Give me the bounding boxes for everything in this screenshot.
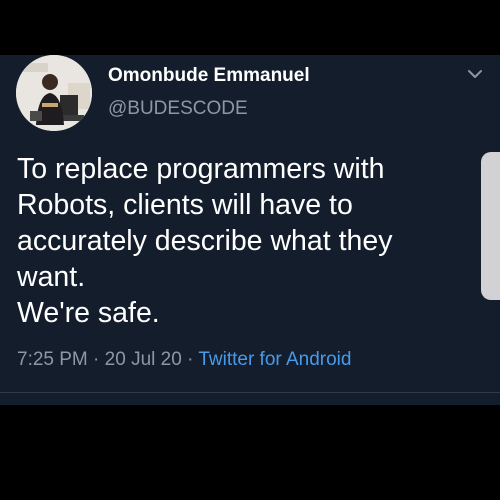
tweet-card: Omonbude Emmanuel @BUDESCODE To replace … xyxy=(0,55,500,405)
divider xyxy=(0,392,500,393)
tweet-text: To replace programmers with Robots, clie… xyxy=(17,153,393,329)
meta-separator: · xyxy=(93,349,100,370)
tweet-time: 7:25 PM xyxy=(17,349,88,370)
screenshot-canvas: Omonbude Emmanuel @BUDESCODE To replace … xyxy=(0,0,500,500)
side-scroll-handle[interactable] xyxy=(481,152,500,300)
tweet-source-link[interactable]: Twitter for Android xyxy=(198,349,351,370)
display-name[interactable]: Omonbude Emmanuel xyxy=(108,65,310,87)
chevron-down-icon[interactable] xyxy=(466,67,484,81)
user-handle[interactable]: @BUDESCODE xyxy=(108,98,248,120)
profile-photo xyxy=(16,55,92,131)
tweet-date: 20 Jul 20 xyxy=(104,349,182,370)
tweet-meta: 7:25 PM · 20 Jul 20 · Twitter for Androi… xyxy=(17,349,351,371)
meta-separator: · xyxy=(187,349,194,370)
avatar[interactable] xyxy=(16,55,92,131)
